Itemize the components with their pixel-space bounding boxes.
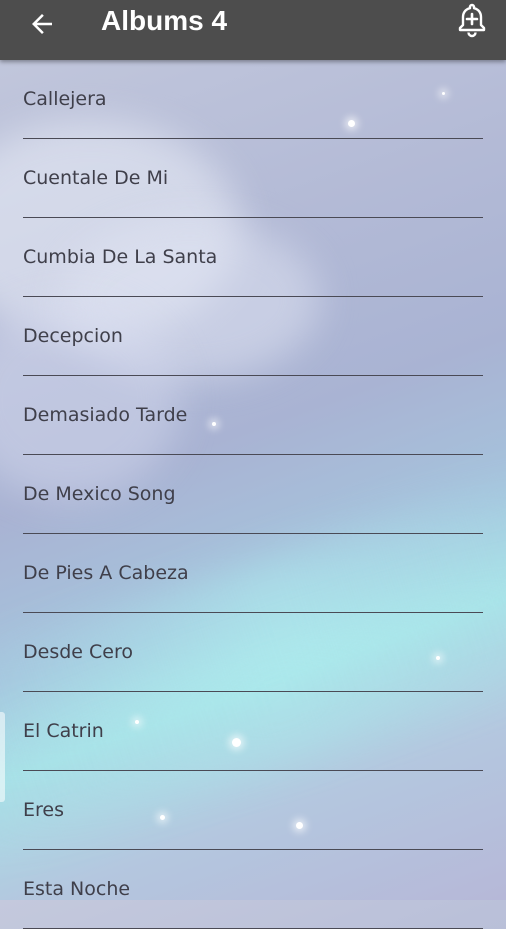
song-row[interactable]: De Mexico Song	[0, 455, 506, 534]
song-title: Callejera	[23, 88, 107, 110]
song-title: Desde Cero	[23, 641, 133, 663]
song-title: Demasiado Tarde	[23, 404, 187, 426]
song-row[interactable]: De Pies A Cabeza	[0, 534, 506, 613]
song-title: De Mexico Song	[23, 483, 176, 505]
song-title: Decepcion	[23, 325, 123, 347]
back-button[interactable]	[22, 6, 62, 46]
song-title: Eres	[23, 799, 64, 821]
edge-handle[interactable]	[0, 712, 5, 802]
app-bar: Albums 4	[0, 0, 506, 60]
song-row[interactable]: Esta Noche	[0, 850, 506, 929]
song-title: De Pies A Cabeza	[23, 562, 189, 584]
song-title: El Catrin	[23, 720, 104, 742]
song-title: Cumbia De La Santa	[23, 246, 217, 268]
song-row[interactable]: Demasiado Tarde	[0, 376, 506, 455]
add-notification-button[interactable]	[454, 3, 490, 41]
bell-plus-icon	[456, 2, 488, 43]
song-row[interactable]: Cumbia De La Santa	[0, 218, 506, 297]
song-row[interactable]: Callejera	[0, 60, 506, 139]
arrow-left-icon	[27, 9, 57, 44]
song-title: Esta Noche	[23, 878, 130, 900]
song-row[interactable]: Desde Cero	[0, 613, 506, 692]
song-row[interactable]: Eres	[0, 771, 506, 850]
song-row[interactable]: Cuentale De Mi	[0, 139, 506, 218]
song-list: Callejera Cuentale De Mi Cumbia De La Sant…	[0, 60, 506, 900]
page-title: Albums 4	[101, 5, 227, 37]
song-row[interactable]: El Catrin	[0, 692, 506, 771]
song-row[interactable]: Decepcion	[0, 297, 506, 376]
song-title: Cuentale De Mi	[23, 167, 168, 189]
